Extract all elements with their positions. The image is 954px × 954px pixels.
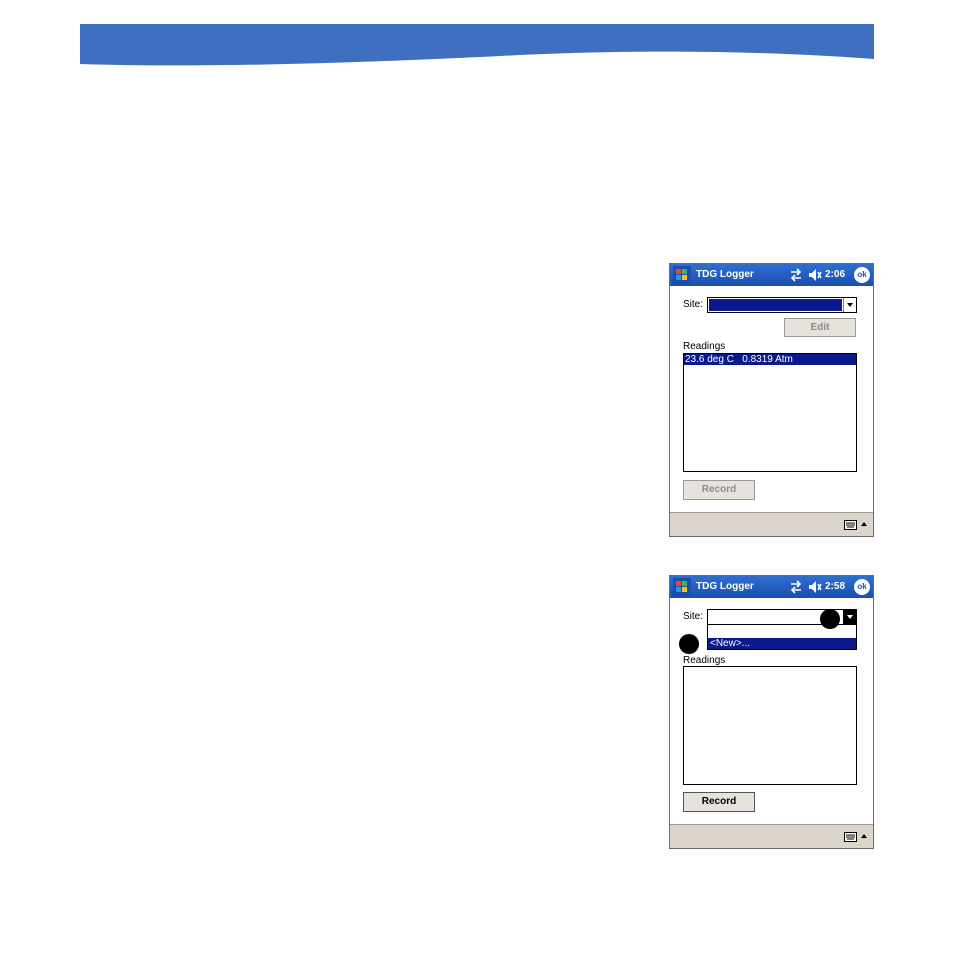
edit-button[interactable]: Edit bbox=[784, 318, 856, 337]
chevron-down-icon[interactable] bbox=[843, 298, 856, 312]
connectivity-icon[interactable] bbox=[789, 268, 803, 282]
readings-label: Readings bbox=[683, 341, 726, 352]
connectivity-icon[interactable] bbox=[789, 580, 803, 594]
callout-marker bbox=[820, 609, 840, 629]
dropdown-option-new[interactable]: <New>... bbox=[708, 638, 856, 649]
volume-muted-icon[interactable] bbox=[808, 269, 822, 281]
volume-muted-icon[interactable] bbox=[808, 581, 822, 593]
readings-list[interactable]: 23.6 deg C 0.8319 Atm bbox=[683, 353, 857, 472]
menu-bar bbox=[670, 824, 873, 848]
clock[interactable]: 2:58 bbox=[825, 581, 845, 592]
callout-marker bbox=[679, 634, 699, 654]
keyboard-icon[interactable] bbox=[844, 520, 857, 530]
title-bar: TDG Logger 2:06 ok bbox=[670, 264, 873, 286]
readings-list[interactable] bbox=[683, 666, 857, 785]
site-label: Site: bbox=[683, 299, 704, 310]
chevron-up-icon[interactable] bbox=[861, 833, 867, 838]
site-dropdown[interactable] bbox=[707, 297, 857, 313]
chevron-down-icon[interactable] bbox=[843, 610, 856, 624]
pda-screen-2: TDG Logger 2:58 ok Site: <New>... Readin… bbox=[669, 575, 874, 849]
record-button[interactable]: Record bbox=[683, 792, 755, 812]
list-item[interactable]: 23.6 deg C 0.8319 Atm bbox=[684, 354, 856, 365]
app-title: TDG Logger bbox=[696, 269, 754, 280]
windows-start-icon[interactable] bbox=[673, 266, 691, 284]
title-bar: TDG Logger 2:58 ok bbox=[670, 576, 873, 598]
record-button[interactable]: Record bbox=[683, 480, 755, 500]
app-title: TDG Logger bbox=[696, 581, 754, 592]
ok-button[interactable]: ok bbox=[854, 579, 870, 595]
menu-bar bbox=[670, 512, 873, 536]
readings-label: Readings bbox=[683, 655, 726, 666]
clock[interactable]: 2:06 bbox=[825, 269, 845, 280]
site-dropdown-value[interactable] bbox=[709, 299, 842, 311]
windows-start-icon[interactable] bbox=[673, 578, 691, 596]
keyboard-icon[interactable] bbox=[844, 832, 857, 842]
ok-button[interactable]: ok bbox=[854, 267, 870, 283]
pda-screen-1: TDG Logger 2:06 ok Site: Edit Readings 2… bbox=[669, 263, 874, 537]
header-banner bbox=[80, 24, 874, 66]
site-label: Site: bbox=[683, 611, 704, 622]
chevron-up-icon[interactable] bbox=[861, 521, 867, 526]
